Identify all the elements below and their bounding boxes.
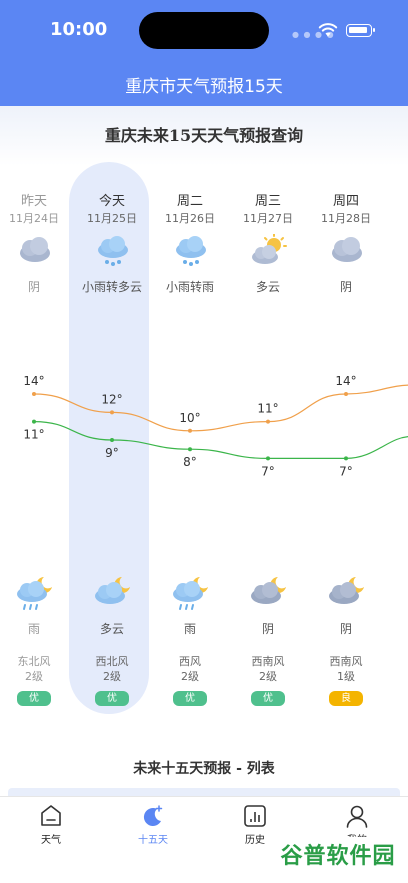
header-bar: 10:00 ● ● ● ● 重庆市天气预报15天 — [0, 0, 408, 106]
home-icon — [41, 805, 61, 826]
high-temp-point — [32, 392, 36, 396]
low-temp-point — [266, 456, 270, 461]
temperature-chart: 14° 12° 10° 11° 14° 11° 9° 8° 7° 7° — [23, 374, 408, 478]
low-temp-line — [33, 421, 408, 460]
high-temp-label: 14° — [335, 374, 356, 388]
status-time: 10:00 — [50, 19, 108, 40]
low-temp-label: 9° — [105, 446, 119, 460]
battery-icon — [346, 24, 375, 37]
tab-fifteen-days[interactable]: 十五天 — [102, 803, 204, 846]
tab-weather[interactable]: 天气 — [0, 803, 102, 846]
high-temp-point — [344, 392, 348, 396]
low-temp-point — [32, 419, 36, 424]
tab-bar: 天气 十五天 历史 我的 谷普软件园 — [0, 796, 408, 883]
tab-label: 天气 — [41, 835, 61, 846]
watermark-logo: 谷普软件园 — [274, 837, 402, 877]
list-card-top — [8, 788, 400, 796]
low-temp-label: 11° — [23, 428, 44, 442]
high-temp-label: 12° — [101, 392, 122, 406]
high-temp-label: 14° — [23, 374, 44, 388]
forecast-page[interactable]: 重庆未来15天天气预报查询 昨天 11月24日阴雨东北风 2级优今天 11月25日 小雨… — [0, 106, 408, 796]
high-temp-label: 10° — [179, 411, 200, 425]
dynamic-island — [139, 12, 269, 49]
moon-icon — [143, 805, 163, 827]
low-temp-label: 7° — [339, 464, 353, 478]
low-temp-point — [188, 447, 192, 452]
user-icon — [346, 805, 368, 828]
low-temp-point — [344, 456, 348, 461]
list-title: 未来十五天预报 - 列表 — [133, 761, 275, 777]
tab-label: 十五天 — [138, 835, 168, 846]
high-temp-point — [110, 410, 114, 415]
high-temp-label: 11° — [257, 402, 278, 416]
low-temp-label: 8° — [183, 455, 197, 469]
high-temp-line — [33, 384, 408, 432]
wifi-icon — [318, 23, 338, 37]
high-temp-point — [188, 428, 192, 433]
low-temp-label: 7° — [261, 464, 275, 478]
chart-icon — [244, 805, 266, 827]
high-temp-point — [266, 419, 270, 424]
page-title: 重庆市天气预报15天 — [125, 77, 283, 97]
low-temp-point — [110, 438, 114, 442]
